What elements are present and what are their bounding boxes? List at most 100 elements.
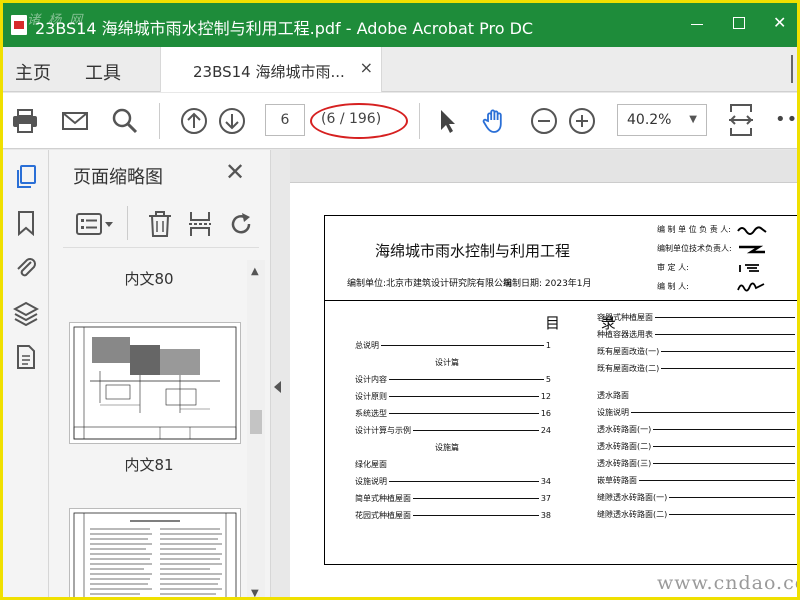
toc-entry-text: 设施说明 — [597, 408, 629, 417]
zoom-in-icon[interactable] — [568, 107, 596, 135]
signature-scribble — [739, 245, 765, 254]
scroll-down-icon[interactable]: ▼ — [251, 588, 259, 597]
toc-entry-page: 24 — [540, 426, 551, 435]
panel-separator — [127, 206, 128, 240]
toc-entry-text: 花园式种植屋面 — [355, 511, 411, 520]
toc-leader — [653, 463, 795, 464]
zoom-out-icon[interactable] — [530, 107, 558, 135]
panel-close-button[interactable]: ✕ — [225, 158, 245, 186]
toc-entry-text: 设计内容 — [355, 375, 387, 384]
toc-entry: 简单式种植屋面 37 — [355, 493, 551, 504]
thumbnail-scrollbar[interactable]: ▲ ▼ — [247, 260, 265, 597]
toc-entry-page: 16 — [540, 409, 551, 418]
search-icon[interactable] — [111, 107, 139, 135]
thumbnail-list: 内文80 内文81 — [49, 260, 249, 597]
toc-entry-text: 设计计算与示例 — [355, 426, 411, 435]
signature-row: 编制单位技术负责人: — [657, 243, 797, 262]
fit-page-icon[interactable] — [727, 102, 755, 138]
page-thumbnails-panel: 页面缩略图 ✕ 内文80 内文81 ▲ ▼ — [49, 150, 271, 597]
select-arrow-icon[interactable] — [433, 107, 461, 135]
document-title: 海绵城市雨水控制与利用工程 — [375, 242, 571, 260]
copy-pages-icon[interactable] — [13, 164, 39, 190]
close-window-button[interactable]: ✕ — [773, 13, 786, 32]
bookmark-icon[interactable] — [13, 210, 39, 236]
toc-entry: 缝隙透水砖路面(一)51 — [597, 492, 797, 503]
toc-entry: 透水路面 — [597, 390, 629, 401]
signature-scribble — [737, 226, 767, 235]
toc-entry: 设计篇 — [435, 357, 459, 368]
scroll-thumb[interactable] — [250, 410, 262, 434]
maximize-button[interactable] — [733, 17, 745, 29]
toolbar-separator — [419, 103, 420, 139]
tab-close-button[interactable]: × — [360, 58, 373, 77]
toc-leader — [653, 446, 795, 447]
layers-icon[interactable] — [13, 300, 39, 326]
toc-entry-text: 总说明 — [355, 341, 379, 350]
toc-leader — [413, 430, 539, 431]
document-icon[interactable] — [13, 344, 39, 370]
thumbnail-options-icon[interactable] — [75, 212, 115, 236]
toc-entry-text: 透水砖路面(二) — [597, 442, 652, 451]
toc-entry-text: 设施说明 — [355, 477, 387, 486]
toc-entry-text: 系统选型 — [355, 409, 387, 418]
toc-entry-text: 缝隙透水砖路面(二) — [597, 510, 668, 519]
toc-entry: 透水砖路面(一)47 — [597, 424, 797, 435]
paperclip-icon[interactable] — [13, 254, 39, 280]
toc-entry-text: 透水砖路面(三) — [597, 459, 652, 468]
scroll-up-icon[interactable]: ▲ — [251, 266, 259, 277]
print-icon[interactable] — [11, 107, 39, 135]
toc-entry: 总说明 1 — [355, 340, 551, 351]
page-number-input[interactable]: 6 — [265, 104, 305, 136]
menu-bar: 主页 工具 23BS14 海绵城市雨... × — [3, 47, 797, 92]
toc-entry-text: 既有屋面改造(二) — [597, 364, 660, 373]
page-down-icon[interactable] — [218, 107, 246, 135]
document-tab-label: 23BS14 海绵城市雨... — [193, 63, 345, 81]
document-tab[interactable]: 23BS14 海绵城市雨... × — [160, 47, 382, 92]
toc-leader — [669, 514, 795, 515]
signature-row: 编 制 单 位 负 责 人: — [657, 224, 797, 243]
toc-entry-text: 种植容器选用表 — [597, 330, 653, 339]
toc-leader — [639, 480, 795, 481]
toc-leader — [389, 413, 539, 414]
annotation-ellipse — [310, 103, 408, 139]
hand-icon[interactable] — [481, 107, 509, 135]
toc-entry: 既有屋面改造(二)42 — [597, 363, 797, 374]
zoom-select[interactable]: 40.2% ▼ — [617, 104, 707, 136]
toc-entry: 种植容器选用表40 — [597, 329, 797, 340]
toc-entry: 设计原则 12 — [355, 391, 551, 402]
toc-entry-text: 简单式种植屋面 — [355, 494, 411, 503]
toc-entry-text: 嵌草砖路面 — [597, 476, 637, 485]
toc-entry: 系统选型 16 — [355, 408, 551, 419]
toc-entry-page: 34 — [540, 477, 551, 486]
thumbnail-page[interactable] — [69, 508, 241, 597]
more-tools-button[interactable]: ••• — [775, 109, 797, 130]
minimize-button[interactable] — [691, 24, 703, 25]
zoom-value: 40.2% — [627, 112, 672, 128]
navigation-rail — [3, 150, 49, 597]
pdf-file-icon — [11, 15, 27, 35]
toolbar-separator — [159, 103, 160, 139]
toc-entry-text: 绿化屋面 — [355, 460, 387, 469]
panel-edge-icon — [791, 55, 797, 83]
toc-entry-text: 缝隙透水砖路面(一) — [597, 493, 668, 502]
collapse-panel-icon[interactable] — [274, 381, 281, 393]
menu-tools[interactable]: 工具 — [85, 59, 121, 85]
mail-icon[interactable] — [61, 107, 89, 135]
toc-entry: 缝隙透水砖路面(二)52 — [597, 509, 797, 520]
rotate-icon[interactable] — [227, 210, 255, 238]
toc-entry: 设施说明42 — [597, 407, 797, 418]
toc-leader — [389, 396, 539, 397]
toc-entry-page: 38 — [540, 511, 551, 520]
trash-icon[interactable] — [147, 210, 173, 238]
toc-leader — [661, 351, 795, 352]
thumbnail-page[interactable] — [69, 322, 241, 444]
crop-icon[interactable] — [187, 210, 213, 238]
signer-label: 编 制 单 位 负 责 人: — [657, 225, 731, 234]
page-up-icon[interactable] — [180, 107, 208, 135]
toc-leader — [631, 412, 795, 413]
site-watermark: www.cndao.com — [657, 572, 797, 594]
toc-entry-text: 透水砖路面(一) — [597, 425, 652, 434]
toc-leader — [413, 498, 539, 499]
signature-scribble — [739, 264, 759, 272]
menu-home[interactable]: 主页 — [15, 59, 51, 85]
